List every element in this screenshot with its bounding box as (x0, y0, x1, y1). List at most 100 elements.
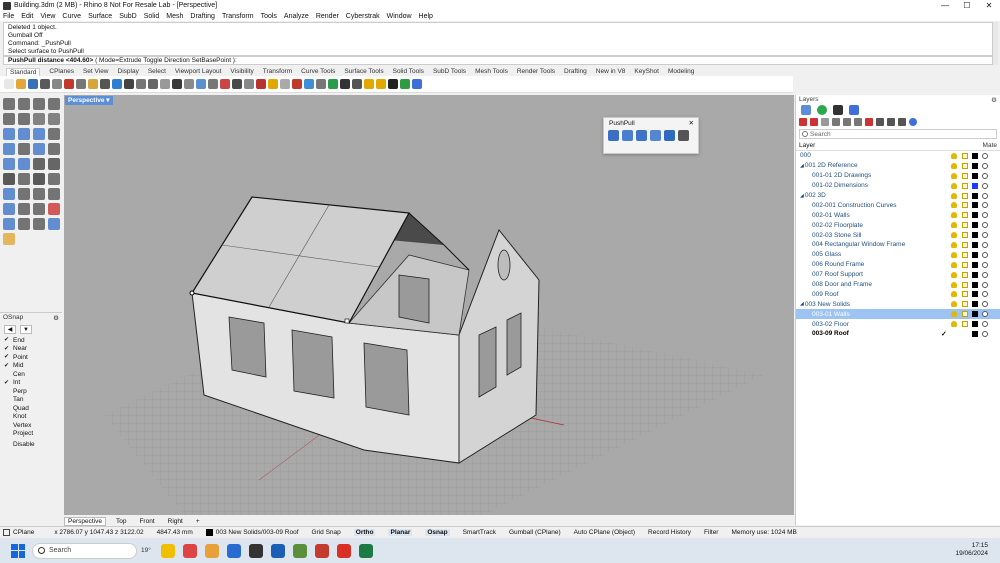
tool-command-icon[interactable] (33, 113, 45, 125)
viewport-tab-top[interactable]: Top (113, 518, 129, 525)
system-tray-clock[interactable]: 17:15 19/06/2024 (955, 542, 988, 558)
layer-color-swatch[interactable] (972, 301, 978, 308)
layer-row[interactable]: 000 (796, 151, 1000, 161)
toolbar-command-icon[interactable] (148, 79, 158, 89)
pushpull-command-icon[interactable] (650, 130, 661, 141)
osnap-item-int[interactable]: ✔ Int (0, 379, 62, 388)
front-window-1[interactable] (228, 316, 267, 378)
layer-material-icon[interactable] (982, 232, 988, 239)
tool-command-icon[interactable] (48, 113, 60, 125)
layer-material-icon[interactable] (982, 291, 988, 298)
osnap-item-perp[interactable]: Perp (0, 387, 62, 396)
osnap-checkbox[interactable]: ✔ (4, 346, 10, 352)
toolbar-command-icon[interactable] (100, 79, 110, 89)
layer-color-swatch[interactable] (972, 281, 978, 288)
layer-visibility-bulb-icon[interactable] (951, 212, 957, 219)
layer-material-icon[interactable] (982, 261, 988, 268)
status-toggle-memory-use-1024-mb[interactable]: Memory use: 1024 MB (731, 529, 796, 536)
tool-command-icon[interactable] (48, 173, 60, 185)
status-toggle-smarttrack[interactable]: SmartTrack (463, 529, 496, 536)
layer-material-icon[interactable] (982, 192, 988, 199)
toolbar-tab-surface-tools[interactable]: Surface Tools (344, 68, 383, 75)
layer-row[interactable]: 003-01 Walls (796, 309, 1000, 320)
list-icon[interactable] (898, 117, 906, 126)
tool-command-icon[interactable] (18, 173, 30, 185)
layer-material-icon[interactable] (982, 182, 988, 189)
toolbar-command-icon[interactable] (412, 79, 422, 89)
toolbar-command-icon[interactable] (400, 79, 410, 89)
layer-color-swatch[interactable] (972, 321, 978, 328)
layer-row[interactable]: 003-02 Floor (796, 319, 1000, 329)
layer-lock-icon[interactable] (962, 192, 968, 199)
layer-tools-icon[interactable] (887, 117, 895, 126)
tool-command-icon[interactable] (18, 188, 30, 200)
layer-material-icon[interactable] (982, 212, 988, 219)
toolbar-command-icon[interactable] (268, 79, 278, 89)
layer-material-icon[interactable] (982, 311, 988, 318)
new-layer-icon[interactable] (799, 117, 807, 126)
menu-item-tools[interactable]: Tools (261, 13, 277, 20)
tool-command-icon[interactable] (33, 203, 45, 215)
menu-item-subd[interactable]: SubD (119, 13, 137, 20)
layer-color-swatch[interactable] (972, 182, 978, 189)
toolbar-command-icon[interactable] (88, 79, 98, 89)
tool-command-icon[interactable] (18, 218, 30, 230)
osnap-checkbox[interactable]: ✔ (4, 363, 10, 369)
tool-command-icon[interactable] (3, 218, 15, 230)
taskbar-app-icon[interactable] (182, 543, 197, 558)
osnap-item-vertex[interactable]: Vertex (0, 421, 62, 430)
tool-command-icon[interactable] (33, 98, 45, 110)
layer-visibility-bulb-icon[interactable] (951, 222, 957, 229)
material-column-header[interactable]: Mate (983, 142, 997, 149)
toolbar-command-icon[interactable] (304, 79, 314, 89)
layer-color-swatch[interactable] (972, 291, 978, 298)
help-icon[interactable] (909, 117, 917, 126)
display-tab-icon[interactable] (833, 105, 843, 115)
viewport-label[interactable]: Perspective ▾ (65, 96, 113, 105)
layer-row[interactable]: ◢ 003 New Solids (796, 299, 1000, 309)
layer-row[interactable]: 001-02 Dimensions (796, 181, 1000, 191)
layer-color-swatch[interactable] (972, 212, 978, 219)
panel-options-icon[interactable]: ⚙ (53, 314, 59, 322)
toolbar-command-icon[interactable] (220, 79, 230, 89)
tool-command-icon[interactable] (3, 98, 15, 110)
toolbar-command-icon[interactable] (388, 79, 398, 89)
osnap-checkbox[interactable]: ✔ (4, 380, 10, 386)
layer-material-icon[interactable] (982, 271, 988, 278)
tool-command-icon[interactable] (33, 128, 45, 140)
toolbar-command-icon[interactable] (196, 79, 206, 89)
layer-color-swatch[interactable] (972, 222, 978, 229)
layer-color-swatch[interactable] (972, 271, 978, 278)
toolbar-tab-visibility[interactable]: Visibility (230, 68, 253, 75)
layer-material-icon[interactable] (982, 172, 988, 179)
tool-command-icon[interactable] (33, 158, 45, 170)
osnap-checkbox[interactable] (4, 371, 10, 377)
new-sublayer-icon[interactable] (810, 117, 818, 126)
weather-widget[interactable]: 19° (141, 547, 151, 554)
toolbar-command-icon[interactable] (340, 79, 350, 89)
layer-color-swatch[interactable] (972, 261, 978, 268)
tool-command-icon[interactable] (3, 188, 15, 200)
layer-material-icon[interactable] (982, 330, 988, 337)
back-window[interactable] (398, 274, 430, 324)
toolbar-command-icon[interactable] (376, 79, 386, 89)
taskbar-app-icon[interactable] (336, 543, 351, 558)
taskbar-app-icon[interactable] (292, 543, 307, 558)
tool-command-icon[interactable] (18, 158, 30, 170)
toolbar-tab-modeling[interactable]: Modeling (668, 68, 694, 75)
layer-lock-icon[interactable] (962, 261, 968, 268)
status-toggle-ortho[interactable]: Ortho (353, 529, 376, 536)
viewport-tab-add[interactable]: + (193, 518, 203, 525)
pushpull-command-icon[interactable] (636, 130, 647, 141)
pushpull-command-icon[interactable] (664, 130, 675, 141)
properties-tab-icon[interactable] (849, 105, 859, 115)
cplane-checkbox[interactable] (3, 529, 10, 536)
tool-command-icon[interactable] (3, 128, 15, 140)
pushpull-point[interactable] (189, 290, 195, 296)
toolbar-command-icon[interactable] (352, 79, 362, 89)
layer-lock-icon[interactable] (962, 301, 968, 308)
viewport-canvas[interactable] (64, 95, 794, 515)
tool-command-icon[interactable] (33, 143, 45, 155)
layer-row[interactable]: 005 Glass (796, 250, 1000, 260)
osnap-checkbox[interactable] (4, 397, 10, 403)
